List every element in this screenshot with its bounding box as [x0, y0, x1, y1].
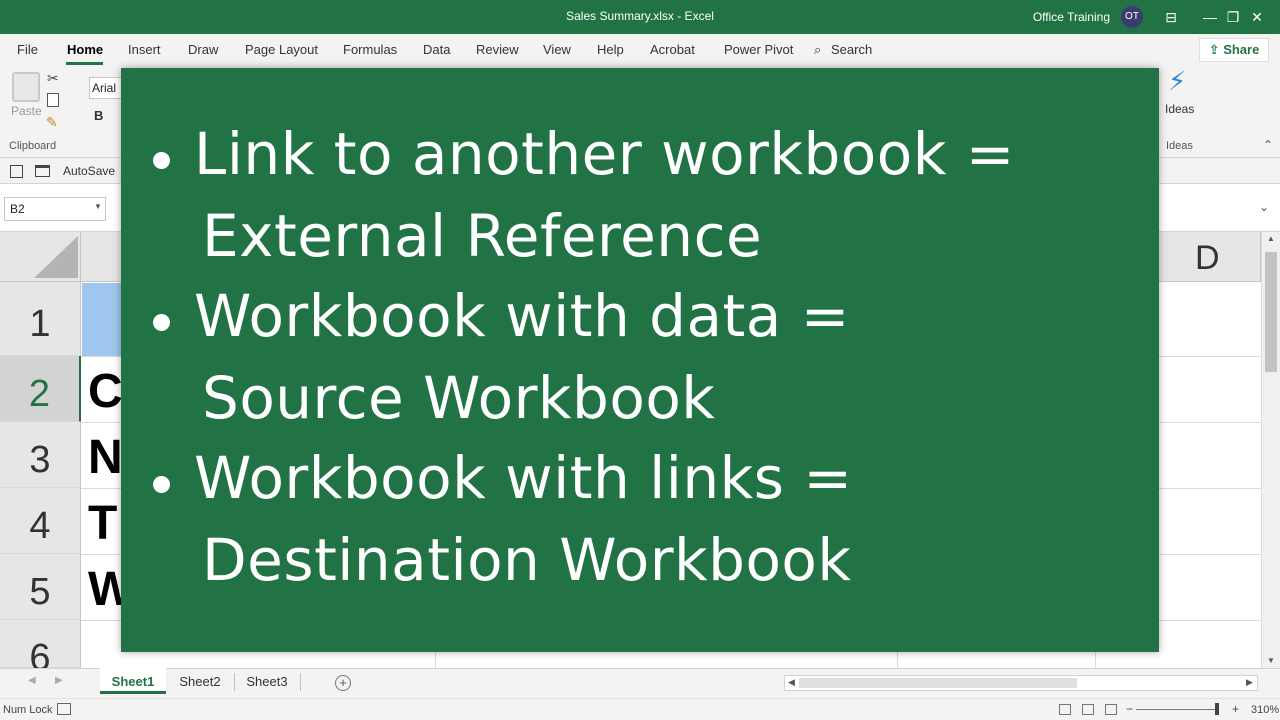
tab-formulas[interactable]: Formulas: [343, 42, 397, 57]
tab-help[interactable]: Help: [597, 42, 624, 57]
share-icon: ⇪: [1208, 42, 1224, 57]
zoom-slider[interactable]: [1136, 709, 1218, 710]
tab-insert[interactable]: Insert: [128, 42, 161, 57]
tab-review[interactable]: Review: [476, 42, 519, 57]
close-button[interactable]: ✕: [1234, 0, 1280, 34]
select-all-triangle-icon: [34, 236, 78, 278]
ideas-group-label: Ideas: [1166, 140, 1193, 152]
vertical-scrollbar[interactable]: ▲ ▼: [1261, 232, 1280, 668]
title-bar: Sales Summary.xlsx - Excel Office Traini…: [0, 0, 1280, 34]
tab-acrobat[interactable]: Acrobat: [650, 42, 695, 57]
prev-sheet-icon[interactable]: ◀: [28, 675, 36, 686]
name-box-dropdown-icon[interactable]: ▼: [94, 202, 102, 211]
row-header-5[interactable]: 5: [0, 554, 81, 620]
scroll-up-icon[interactable]: ▲: [1267, 234, 1275, 243]
cell-a2[interactable]: C: [88, 364, 123, 419]
sheet-tab-separator: [300, 673, 301, 691]
num-lock-indicator: Num Lock: [3, 704, 53, 716]
horizontal-scrollbar[interactable]: ◀ ▶: [784, 675, 1258, 691]
row-header-2[interactable]: 2: [0, 356, 81, 422]
macro-recording-icon[interactable]: [57, 703, 71, 715]
zoom-in-icon[interactable]: +: [1232, 702, 1239, 716]
user-avatar[interactable]: OT: [1121, 6, 1143, 28]
ideas-lightning-icon[interactable]: ⚡: [1168, 66, 1186, 97]
ribbon-tabs: File Home Insert Draw Page Layout Formul…: [0, 34, 1280, 66]
format-painter-icon[interactable]: ✎: [46, 114, 58, 131]
page-break-view-icon[interactable]: [1105, 704, 1117, 715]
bold-button[interactable]: B: [94, 108, 103, 123]
share-button[interactable]: ⇪ Share: [1199, 38, 1269, 62]
vertical-scroll-thumb[interactable]: [1265, 252, 1277, 372]
bullet-1-definition: External Reference: [202, 202, 763, 270]
tab-view[interactable]: View: [543, 42, 571, 57]
collapse-ribbon-icon[interactable]: ⌃: [1263, 138, 1273, 152]
zoom-slider-thumb[interactable]: [1215, 703, 1219, 715]
excel-window: Sales Summary.xlsx - Excel Office Traini…: [0, 0, 1280, 720]
tab-home[interactable]: Home: [67, 42, 103, 57]
user-name[interactable]: Office Training: [1033, 10, 1110, 24]
tab-page-layout[interactable]: Page Layout: [245, 42, 318, 57]
sheet-tab-sheet3[interactable]: Sheet3: [236, 668, 298, 694]
tab-data[interactable]: Data: [423, 42, 450, 57]
bullet-2-definition: Source Workbook: [202, 364, 716, 432]
sheet-tab-sheet2[interactable]: Sheet2: [168, 668, 232, 694]
add-sheet-icon[interactable]: +: [335, 675, 351, 691]
scroll-left-icon[interactable]: ◀: [788, 677, 795, 688]
tab-search[interactable]: Search: [831, 42, 872, 57]
sheet-tab-separator: [234, 673, 235, 691]
bullet-3-definition: Destination Workbook: [202, 526, 852, 594]
open-folder-icon[interactable]: [35, 165, 50, 177]
tab-file[interactable]: File: [17, 42, 38, 57]
bullet-dot: [153, 314, 170, 331]
row-header-4[interactable]: 4: [0, 488, 81, 554]
cell-a1-selected[interactable]: [82, 283, 122, 356]
paste-icon[interactable]: [12, 72, 40, 102]
row-header-1[interactable]: 1: [0, 282, 81, 356]
bullet-1-term: Link to another workbook =: [194, 120, 1015, 188]
page-layout-view-icon[interactable]: [1082, 704, 1094, 715]
bullet-dot: [153, 152, 170, 169]
scroll-down-icon[interactable]: ▼: [1267, 656, 1275, 665]
paste-label[interactable]: Paste: [11, 104, 42, 118]
horizontal-scroll-thumb[interactable]: [799, 678, 1077, 688]
status-bar: Num Lock − + 310%: [0, 698, 1280, 720]
active-tab-indicator: [66, 62, 103, 65]
cut-icon[interactable]: ✂: [47, 70, 59, 87]
zoom-out-icon[interactable]: −: [1126, 702, 1133, 716]
normal-view-icon[interactable]: [1059, 704, 1071, 715]
sheet-tab-sheet1[interactable]: Sheet1: [100, 668, 166, 694]
definitions-slide: Link to another workbook = External Refe…: [121, 68, 1159, 652]
scroll-right-icon[interactable]: ▶: [1246, 677, 1253, 688]
zoom-level[interactable]: 310%: [1251, 704, 1279, 716]
search-icon[interactable]: ⌕: [814, 42, 821, 58]
save-icon[interactable]: [10, 165, 23, 178]
next-sheet-icon[interactable]: ▶: [55, 675, 63, 686]
row-header-6[interactable]: 6: [0, 620, 81, 679]
name-box[interactable]: B2: [4, 197, 106, 221]
bullet-2-term: Workbook with data =: [194, 282, 850, 350]
copy-icon[interactable]: [47, 93, 59, 107]
cell-a3[interactable]: N: [88, 430, 123, 485]
cell-a4[interactable]: T: [88, 496, 117, 551]
tab-draw[interactable]: Draw: [188, 42, 218, 57]
clipboard-group-label: Clipboard: [9, 140, 57, 152]
ideas-button-label[interactable]: Ideas: [1165, 102, 1194, 116]
expand-formula-bar-icon[interactable]: ⌄: [1259, 200, 1269, 214]
share-label: Share: [1223, 42, 1260, 57]
bullet-dot: [153, 476, 170, 493]
bullet-3-term: Workbook with links =: [194, 444, 853, 512]
autosave-label[interactable]: AutoSave: [63, 164, 115, 178]
row-header-3[interactable]: 3: [0, 422, 81, 488]
tab-power-pivot[interactable]: Power Pivot: [724, 42, 793, 57]
